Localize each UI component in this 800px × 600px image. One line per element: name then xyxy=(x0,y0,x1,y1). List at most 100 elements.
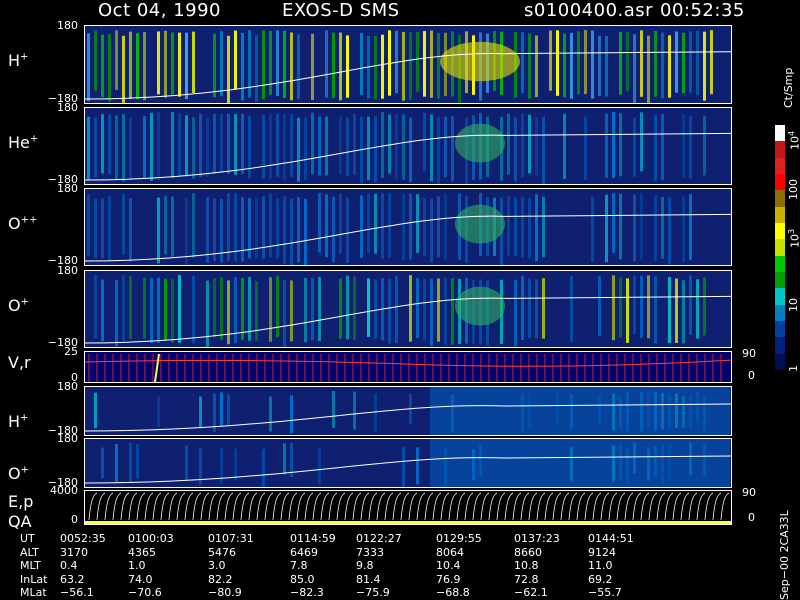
count-stripe xyxy=(206,280,209,347)
count-stripe xyxy=(654,115,657,181)
count-stripe xyxy=(654,30,657,97)
count-stripe xyxy=(521,32,524,94)
count-stripe xyxy=(241,278,244,340)
energy-sweep xyxy=(424,492,434,521)
count-stripe xyxy=(633,34,636,103)
count-stripe xyxy=(521,196,524,258)
count-stripe xyxy=(605,35,608,97)
count-stripe xyxy=(101,279,104,341)
count-stripe xyxy=(304,277,307,343)
count-stripe xyxy=(367,193,370,253)
count-stripe xyxy=(703,277,706,336)
energy-sweep xyxy=(320,492,330,521)
energy-sweep xyxy=(240,492,250,521)
count-stripe xyxy=(423,278,426,341)
footer-value: 82.2 xyxy=(208,572,233,586)
count-stripe xyxy=(409,275,412,342)
energy-sweep xyxy=(232,492,242,521)
count-stripe xyxy=(178,275,181,343)
count-stripe xyxy=(374,393,377,432)
count-stripe xyxy=(381,193,384,259)
energy-sweep xyxy=(360,492,370,521)
colorbar-tick: 104 xyxy=(787,130,800,150)
colorbar-swatch xyxy=(775,125,785,142)
footer-value: 9124 xyxy=(588,545,616,559)
count-stripe xyxy=(430,30,433,98)
count-stripe xyxy=(143,32,146,101)
count-stripe xyxy=(157,112,160,180)
energy-sweep xyxy=(336,492,346,521)
count-stripe xyxy=(416,31,419,92)
footer-value: 6469 xyxy=(290,545,318,559)
footer-value: 3170 xyxy=(60,545,88,559)
count-stripe xyxy=(290,280,293,342)
energy-sweep xyxy=(504,492,514,521)
count-stripe xyxy=(234,30,237,90)
spectrogram-image xyxy=(85,275,731,347)
count-stripe xyxy=(395,276,398,344)
count-stripe xyxy=(689,194,692,261)
energy-sweep xyxy=(344,492,354,521)
count-stripe xyxy=(164,195,167,255)
footer-value: 1.0 xyxy=(128,559,146,572)
count-stripe xyxy=(409,32,412,100)
count-stripe xyxy=(444,277,447,346)
version-tag: Sep−00 2CA33L xyxy=(778,510,791,600)
marker-line xyxy=(154,353,160,382)
count-stripe xyxy=(213,393,216,432)
footer-value: 0129:55 xyxy=(436,532,482,545)
energy-sweep xyxy=(392,492,402,521)
count-stripe xyxy=(213,33,216,98)
count-stripe xyxy=(220,31,223,97)
energy-sweep xyxy=(576,492,586,521)
count-stripe xyxy=(353,276,356,340)
count-stripe xyxy=(185,445,188,481)
y-tick-min: 0 xyxy=(71,513,78,526)
panel-label-text: O xyxy=(8,296,21,315)
count-stripe xyxy=(192,275,195,344)
count-stripe xyxy=(563,33,566,98)
energy-sweep xyxy=(256,492,266,521)
count-stripe xyxy=(276,30,279,96)
count-stripe xyxy=(206,197,209,263)
footer-value: −82.3 xyxy=(290,586,324,599)
energy-sweep xyxy=(352,492,362,521)
count-stripe xyxy=(87,194,90,256)
energy-sweep xyxy=(584,492,594,521)
count-stripe xyxy=(297,34,300,100)
count-stripe xyxy=(220,113,223,173)
spectrogram-panel-4 xyxy=(84,351,732,383)
count-stripe xyxy=(507,196,510,256)
energy-sweep xyxy=(592,492,602,521)
count-stripe xyxy=(514,279,517,347)
count-stripe xyxy=(612,275,615,341)
energy-sweep xyxy=(640,492,650,521)
count-stripe xyxy=(87,116,90,181)
count-stripe xyxy=(556,30,559,96)
energy-sweep xyxy=(200,492,210,521)
energy-sweep xyxy=(128,492,138,521)
footer-value: 0.4 xyxy=(60,559,78,572)
panel-label-1: He+ xyxy=(8,133,38,152)
footer-value: 5476 xyxy=(208,545,236,559)
energy-sweep xyxy=(312,492,322,521)
count-stripe xyxy=(689,115,692,179)
count-stripe xyxy=(164,30,167,98)
count-stripe xyxy=(563,113,566,180)
ion-burst xyxy=(455,123,505,163)
count-stripe xyxy=(255,35,258,102)
count-stripe xyxy=(444,193,447,261)
ion-burst xyxy=(440,41,520,82)
panel-label-charge: + xyxy=(20,464,29,476)
count-stripe xyxy=(346,117,349,177)
spectrogram-image xyxy=(85,492,731,524)
energy-sweep xyxy=(616,492,626,521)
count-stripe xyxy=(227,193,230,261)
count-stripe xyxy=(661,196,664,259)
count-stripe xyxy=(122,193,125,255)
energy-sweep xyxy=(712,492,722,521)
count-stripe xyxy=(101,198,104,258)
colorbar-tick: 100 xyxy=(787,179,800,200)
colorbar-swatch xyxy=(775,141,785,158)
footer-row-label: InLat xyxy=(20,572,48,586)
